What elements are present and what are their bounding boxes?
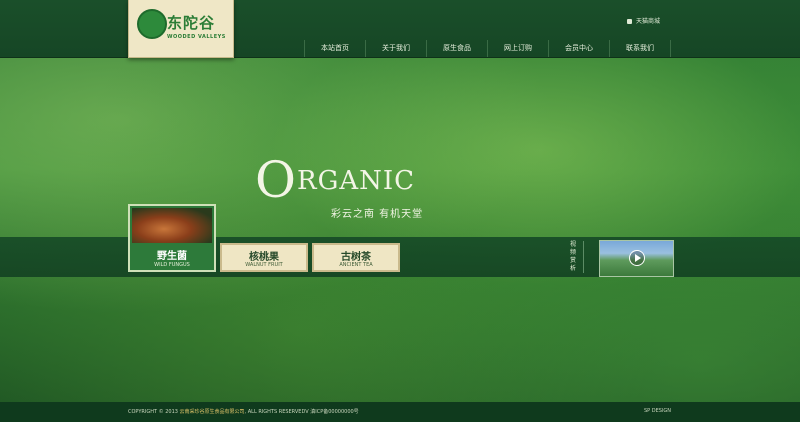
video-thumbnail[interactable] xyxy=(599,240,674,277)
nav-home[interactable]: 本站首页 xyxy=(305,40,366,57)
mushroom-photo xyxy=(132,208,212,243)
video-section-label: 视频赏析 xyxy=(570,241,584,273)
product-name-cn: 野生菌 xyxy=(157,251,187,262)
footer: COPYRIGHT © 2013 云南采珍谷原生食品有限公司, ALL RIGH… xyxy=(0,402,800,422)
nav-foods[interactable]: 原生食品 xyxy=(427,40,488,57)
nav-member[interactable]: 会员中心 xyxy=(549,40,610,57)
main-nav: 本站首页 关于我们 原生食品 网上订购 会员中心 联系我们 xyxy=(304,40,671,57)
logo-emblem-icon xyxy=(137,9,167,39)
footer-icp[interactable]: 滇ICP备00000000号 xyxy=(310,409,358,415)
tmall-link-label: 天猫商城 xyxy=(636,18,661,25)
product-card-tea[interactable]: 古树茶 ANCIENT TEA xyxy=(312,243,400,272)
tmall-link[interactable]: 天猫商城 xyxy=(627,16,660,25)
product-name-cn: 核桃果 xyxy=(249,252,279,263)
product-name-en: ANCIENT TEA xyxy=(339,262,373,268)
store-icon xyxy=(627,19,632,24)
nav-contact[interactable]: 联系我们 xyxy=(610,40,671,57)
logo-text-en: WOODED VALLEYS xyxy=(167,34,226,40)
footer-copyright: COPYRIGHT © 2013 云南采珍谷原生食品有限公司, ALL RIGH… xyxy=(128,409,359,415)
product-card-walnut[interactable]: 核桃果 WALNUT FRUIT xyxy=(220,243,308,272)
hero-tagline: 彩云之南 有机天堂 xyxy=(331,209,424,220)
product-name-en: WILD FUNGUS xyxy=(154,262,190,268)
product-card-wild-fungus[interactable]: 野生菌 WILD FUNGUS xyxy=(128,204,216,272)
product-strip xyxy=(0,237,800,277)
footer-design-credit: SP DESIGN xyxy=(644,408,672,414)
nav-order[interactable]: 网上订购 xyxy=(488,40,549,57)
logo-text-cn: 东陀谷 xyxy=(167,14,216,32)
product-name-cn: 古树茶 xyxy=(341,252,371,263)
site-logo[interactable]: 东陀谷 WOODED VALLEYS xyxy=(128,0,234,58)
nav-about[interactable]: 关于我们 xyxy=(366,40,427,57)
product-name-en: WALNUT FRUIT xyxy=(245,262,283,268)
footer-company[interactable]: 云南采珍谷原生食品有限公司 xyxy=(180,409,245,415)
play-icon[interactable] xyxy=(629,250,645,266)
hero-headline: ORGANIC xyxy=(255,151,416,209)
